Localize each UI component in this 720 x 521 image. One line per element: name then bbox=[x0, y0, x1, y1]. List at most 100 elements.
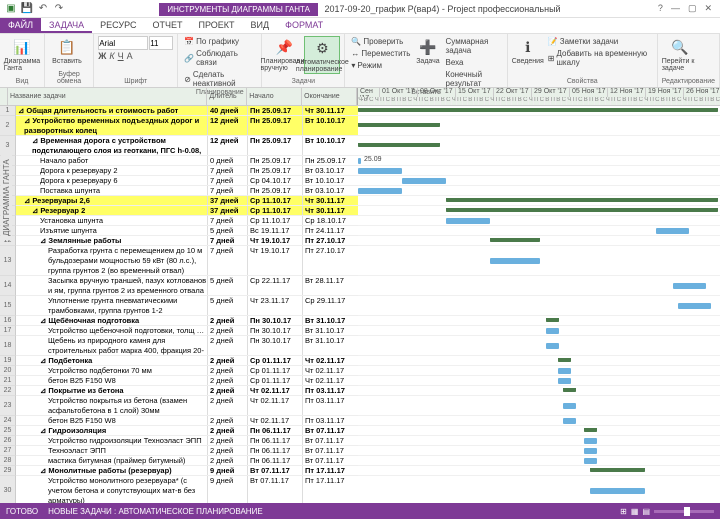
task-row[interactable]: ⊿ Покрытие из бетона2 днейЧт 02.11.17Пт … bbox=[16, 386, 358, 396]
row-number[interactable]: 24 bbox=[0, 416, 16, 426]
info-button[interactable]: ℹ Сведения bbox=[512, 36, 544, 65]
save-icon[interactable]: 💾 bbox=[20, 2, 34, 16]
task-row[interactable]: Устройство гидроизоляции Техноэласт ЭПП2… bbox=[16, 436, 358, 446]
help-icon[interactable]: ? bbox=[658, 3, 663, 14]
tab-file[interactable]: ФАЙЛ bbox=[0, 18, 41, 33]
task-row[interactable]: мастика битумная (праймер битумный)2 дне… bbox=[16, 456, 358, 466]
tab-format[interactable]: ФОРМАТ bbox=[277, 18, 331, 33]
task-row[interactable]: ⊿ Щебёночная подготовка2 днейПн 30.10.17… bbox=[16, 316, 358, 326]
task-row[interactable]: Начало работ0 днейПн 25.09.17Пн 25.09.17 bbox=[16, 156, 358, 166]
row-number[interactable]: 22 bbox=[0, 386, 16, 396]
gantt-bar[interactable] bbox=[563, 418, 576, 424]
font-size-select[interactable] bbox=[149, 36, 173, 50]
gantt-bar[interactable] bbox=[490, 238, 540, 242]
row-number[interactable]: 29 bbox=[0, 466, 16, 476]
indicator-column[interactable] bbox=[0, 88, 8, 105]
task-row[interactable]: Устройство щебеночной подготовки, толщ 2… bbox=[16, 326, 358, 336]
gantt-bar[interactable] bbox=[446, 218, 490, 224]
row-number[interactable]: 21 bbox=[0, 376, 16, 386]
summary-task-button[interactable]: Суммарная задача bbox=[444, 36, 503, 56]
gantt-bar[interactable] bbox=[584, 428, 597, 432]
row-number[interactable]: 27 bbox=[0, 446, 16, 456]
gantt-bar[interactable] bbox=[546, 328, 559, 334]
task-row[interactable]: ⊿ Гидроизоляция2 днейПн 06.11.17Вт 07.11… bbox=[16, 426, 358, 436]
underline-button[interactable]: Ч bbox=[118, 51, 124, 61]
task-row[interactable]: Устройство подбетонки 70 мм2 днейСр 01.1… bbox=[16, 366, 358, 376]
view-shortcut-icon[interactable]: ▦ bbox=[631, 507, 639, 516]
move-button[interactable]: ↔Переместить bbox=[349, 48, 412, 59]
gantt-bar[interactable] bbox=[546, 343, 559, 349]
undo-icon[interactable]: ↶ bbox=[36, 2, 50, 16]
row-number[interactable]: 3 bbox=[0, 136, 16, 156]
gantt-bar[interactable] bbox=[546, 318, 559, 322]
task-button[interactable]: ➕ Задача bbox=[414, 36, 441, 65]
tab-project[interactable]: ПРОЕКТ bbox=[191, 18, 243, 33]
row-number[interactable]: 2 bbox=[0, 116, 16, 136]
task-row[interactable]: ⊿ Временная дорога с устройством подстил… bbox=[16, 136, 358, 156]
gantt-bar[interactable] bbox=[358, 188, 402, 194]
task-row[interactable]: Устройство монолитного резервуара* (с уч… bbox=[16, 476, 358, 503]
row-number[interactable]: 16 bbox=[0, 316, 16, 326]
redo-icon[interactable]: ↷ bbox=[52, 2, 66, 16]
gantt-bar[interactable] bbox=[358, 108, 718, 112]
task-row[interactable]: Поставка шпунта7 днейПн 25.09.17Вт 03.10… bbox=[16, 186, 358, 196]
by-chart-button[interactable]: 📅По графику bbox=[182, 36, 257, 47]
gantt-bar[interactable] bbox=[358, 158, 361, 164]
task-row[interactable]: ⊿ Подбетонка2 днейСр 01.11.17Чт 02.11.17 bbox=[16, 356, 358, 366]
task-row[interactable]: бетон В25 F150 W82 днейЧт 02.11.17Пт 03.… bbox=[16, 416, 358, 426]
task-row[interactable]: ⊿ Устройство временных подъездных дорог … bbox=[16, 116, 358, 136]
row-number[interactable]: 15 bbox=[0, 296, 16, 316]
task-row[interactable]: Засыпка вручную траншей, пазух котловано… bbox=[16, 276, 358, 296]
bold-button[interactable]: Ж bbox=[98, 51, 106, 61]
column-finish[interactable]: Окончание bbox=[302, 88, 357, 105]
font-name-select[interactable] bbox=[98, 36, 148, 50]
tab-resource[interactable]: РЕСУРС bbox=[92, 18, 144, 33]
task-row[interactable]: бетон В25 F150 W82 днейСр 01.11.17Чт 02.… bbox=[16, 376, 358, 386]
row-number[interactable]: 13 bbox=[0, 246, 16, 276]
view-shortcut-icon[interactable]: ⊞ bbox=[620, 507, 627, 516]
row-number[interactable]: 30 bbox=[0, 476, 16, 503]
gantt-bar[interactable] bbox=[563, 388, 576, 392]
column-name[interactable]: Название задачи bbox=[8, 88, 207, 105]
task-row[interactable]: Щебень из природного камня для строитель… bbox=[16, 336, 358, 356]
font-color-button[interactable]: A bbox=[127, 51, 133, 61]
row-number[interactable]: 20 bbox=[0, 366, 16, 376]
gantt-bar[interactable] bbox=[358, 143, 440, 147]
gantt-bar[interactable] bbox=[402, 178, 446, 184]
task-row[interactable]: Техноэласт ЭПП2 днейПн 06.11.17Вт 07.11.… bbox=[16, 446, 358, 456]
gantt-bar[interactable] bbox=[584, 438, 597, 444]
scroll-to-task-button[interactable]: 🔍 Перейти к задаче bbox=[662, 36, 698, 72]
gantt-chart[interactable]: 25.09 bbox=[358, 106, 720, 503]
column-duration[interactable]: Длитель bbox=[207, 88, 247, 105]
gantt-bar[interactable] bbox=[358, 123, 440, 127]
row-number[interactable]: 28 bbox=[0, 456, 16, 466]
task-row[interactable]: Дорога к резервуару 67 днейСр 04.10.17Вт… bbox=[16, 176, 358, 186]
timeline-button[interactable]: ⊞Добавить на временную шкалу bbox=[546, 48, 653, 68]
gantt-bar[interactable] bbox=[584, 458, 597, 464]
inspect-button[interactable]: 🔍Проверить bbox=[349, 36, 412, 47]
row-number[interactable]: 23 bbox=[0, 396, 16, 416]
row-number[interactable]: 17 bbox=[0, 326, 16, 336]
gantt-bar[interactable] bbox=[678, 303, 711, 309]
row-number[interactable]: 1 bbox=[0, 106, 16, 116]
task-row[interactable]: Уплотнение грунта пневматическими трамбо… bbox=[16, 296, 358, 316]
gantt-bar[interactable] bbox=[446, 208, 718, 212]
task-row[interactable]: Разработка грунта с перемещением до 10 м… bbox=[16, 246, 358, 276]
close-icon[interactable]: ✕ bbox=[704, 3, 712, 14]
gantt-bar[interactable] bbox=[558, 368, 571, 374]
gantt-bar[interactable] bbox=[446, 198, 718, 202]
gantt-bar[interactable] bbox=[563, 403, 576, 409]
task-row[interactable]: Устройство покрытья из бетона (взамен ас… bbox=[16, 396, 358, 416]
gantt-bar[interactable] bbox=[656, 228, 689, 234]
task-row[interactable]: Установка шпунта7 днейСр 11.10.17Ср 18.1… bbox=[16, 216, 358, 226]
gantt-bar[interactable] bbox=[590, 488, 645, 494]
tab-view[interactable]: ВИД bbox=[243, 18, 278, 33]
auto-schedule-button[interactable]: ⚙ Автоматическое планирование bbox=[304, 36, 340, 74]
task-row[interactable]: ⊿ Монолитные работы (резервуар)9 днейВт … bbox=[16, 466, 358, 476]
gantt-bar[interactable] bbox=[584, 448, 597, 454]
gantt-bar[interactable] bbox=[673, 283, 706, 289]
gantt-chart-button[interactable]: 📊 Диаграмма Ганта bbox=[4, 36, 40, 72]
view-shortcut-icon[interactable]: ▤ bbox=[642, 507, 650, 516]
gantt-bar[interactable] bbox=[590, 468, 645, 472]
tab-task[interactable]: ЗАДАЧА bbox=[41, 18, 92, 33]
